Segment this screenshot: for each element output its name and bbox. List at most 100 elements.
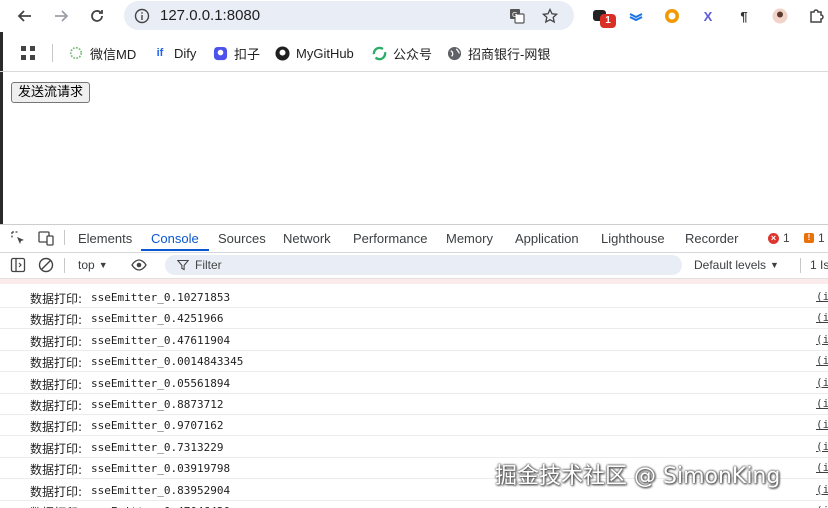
log-source-link[interactable]: (i (816, 290, 828, 303)
levels-label: Default levels (694, 258, 767, 272)
log-source-link[interactable]: (i (816, 354, 828, 367)
device-toolbar-icon[interactable] (38, 230, 54, 246)
log-source-link[interactable]: (i (816, 483, 828, 496)
back-button[interactable] (13, 4, 37, 28)
bookmark-item[interactable]: 扣子 (212, 43, 260, 63)
forward-button[interactable] (49, 4, 73, 28)
wechat-icon (371, 45, 387, 61)
settings-flower-icon (68, 45, 84, 61)
watermark: 掘金技术社区 @ SimonKing (495, 464, 781, 489)
log-prefix: 数据打印: (30, 399, 83, 413)
log-message: sseEmitter_0.83952904 (91, 483, 231, 497)
bookmark-label: 扣子 (234, 46, 261, 62)
extension-layers-icon[interactable] (626, 6, 646, 26)
log-source-link[interactable]: (i (816, 504, 828, 508)
bookmark-item[interactable]: MyGitHub (274, 43, 354, 63)
sidebar-toggle-icon[interactable] (10, 257, 26, 273)
filter-placeholder: Filter (195, 258, 222, 272)
log-message: sseEmitter_0.8873712 (91, 398, 224, 411)
filter-icon (177, 259, 189, 271)
tab-lighthouse[interactable]: Lighthouse (601, 231, 665, 246)
profile-avatar-icon[interactable] (770, 6, 790, 26)
console-log-row[interactable]: 数据打印: sseEmitter_0.8873712 (i (0, 393, 828, 415)
extension-pilcrow-icon[interactable]: ¶ (734, 6, 754, 26)
warning-icon: ! (804, 233, 814, 243)
console-log-row[interactable]: 数据打印: sseEmitter_0.47611904 (i (0, 329, 828, 351)
reload-icon (91, 10, 103, 22)
dify-icon: if (156, 47, 164, 59)
inspect-element-icon[interactable] (10, 230, 26, 246)
log-prefix: 数据打印: (30, 356, 83, 371)
console-log-row[interactable]: 数据打印: sseEmitter_0.9707162 (i (0, 414, 828, 437)
log-source-link[interactable]: (i (816, 311, 828, 324)
bookmark-label: MyGitHub (296, 45, 354, 61)
log-source-link[interactable]: (i (816, 440, 828, 453)
send-stream-request-button[interactable]: 发送流请求 (11, 82, 91, 103)
log-source-link[interactable]: (i (816, 397, 828, 410)
log-source-link[interactable]: (i (816, 333, 828, 346)
extension-orange-icon[interactable] (662, 6, 682, 26)
bookmark-item[interactable]: 公众号 (371, 43, 432, 63)
context-label: top (78, 258, 95, 272)
tab-network[interactable]: Network (283, 231, 331, 246)
log-source-link[interactable]: (i (816, 461, 828, 474)
url-text: 127.0.0.1:8080 (160, 7, 261, 24)
log-message: sseEmitter_0.7313229 (91, 440, 224, 454)
tab-performance[interactable]: Performance (353, 231, 427, 246)
tab-console[interactable]: Console (151, 231, 199, 246)
bookmark-item[interactable]: if Dify (152, 43, 197, 63)
browser-toolbar: 127.0.0.1:8080 G 1 X ¶ (0, 0, 828, 32)
tab-recorder[interactable]: Recorder (685, 231, 738, 246)
address-bar[interactable]: 127.0.0.1:8080 G (124, 1, 574, 30)
bookmark-item[interactable]: 微信MD (68, 43, 136, 63)
log-message: sseEmitter_0.0014843345 (91, 355, 244, 369)
log-levels-dropdown[interactable]: Default levels ▼ (694, 258, 779, 272)
apps-grid-button[interactable] (20, 43, 36, 63)
log-message: sseEmitter_0.10271853 (91, 291, 231, 304)
log-source-link[interactable]: (i (816, 376, 828, 389)
bookmarks-bar: 微信MD if Dify 扣子 MyGitHub 公众号 招商银行-网银 (0, 36, 828, 70)
console-filter-input[interactable]: Filter (165, 255, 682, 275)
error-icon: × (768, 232, 779, 244)
github-icon (274, 45, 290, 61)
extension-x-icon[interactable]: X (698, 6, 718, 26)
site-info-icon[interactable] (133, 7, 151, 25)
tab-elements[interactable]: Elements (78, 231, 132, 246)
translate-icon[interactable]: G (508, 7, 526, 25)
log-prefix: 数据打印: (30, 420, 83, 435)
error-counter[interactable]: × 1 (768, 231, 790, 245)
console-log-row[interactable]: 数据打印: sseEmitter_0.05561894 (i (0, 372, 828, 394)
log-message: sseEmitter_0.4251966 (91, 312, 224, 326)
clear-console-icon[interactable] (38, 257, 54, 273)
log-prefix: 数据打印: (30, 292, 83, 306)
log-prefix: 数据打印: (30, 504, 82, 508)
console-log-row[interactable]: 数据打印: sseEmitter_0.10271853 (i (0, 286, 828, 308)
extension-badge: 1 (600, 14, 616, 28)
eye-icon[interactable] (131, 257, 147, 273)
bookmark-item[interactable]: 招商银行-网银 (446, 43, 550, 63)
log-prefix: 数据打印: (30, 377, 83, 392)
log-prefix: 数据打印: (30, 463, 83, 478)
toolbar-divider (800, 258, 801, 273)
extensions-puzzle-icon[interactable] (806, 6, 826, 26)
log-source-link[interactable]: (i (816, 418, 828, 431)
bookmark-label: Dify (174, 45, 197, 61)
reload-button[interactable] (85, 4, 109, 28)
error-count: 1 (783, 231, 790, 245)
tab-sources[interactable]: Sources (218, 231, 266, 246)
toolbar-divider (64, 258, 65, 273)
warning-counter[interactable]: ! 1 (804, 231, 825, 245)
log-message: sseEmitter_0.47611904 (91, 333, 231, 347)
log-prefix: 数据打印: (30, 334, 83, 349)
bookmark-star-icon[interactable] (541, 7, 559, 25)
bookmarks-divider (52, 44, 53, 62)
context-selector[interactable]: top ▼ (78, 258, 108, 272)
bookmark-label: 微信MD (90, 46, 137, 62)
console-log-row[interactable]: 数据打印: sseEmitter_0.0014843345 (i (0, 350, 828, 373)
tab-memory[interactable]: Memory (446, 231, 493, 246)
tab-application[interactable]: Application (515, 231, 579, 246)
console-log-row[interactable]: 数据打印: sseEmitter_0.4251966 (i (0, 307, 828, 330)
issues-counter[interactable]: 1 Is (810, 258, 828, 272)
dropdown-arrow-icon: ▼ (770, 260, 779, 270)
console-log-row[interactable]: 数据打印: sseEmitter_0.7313229 (i (0, 436, 828, 458)
